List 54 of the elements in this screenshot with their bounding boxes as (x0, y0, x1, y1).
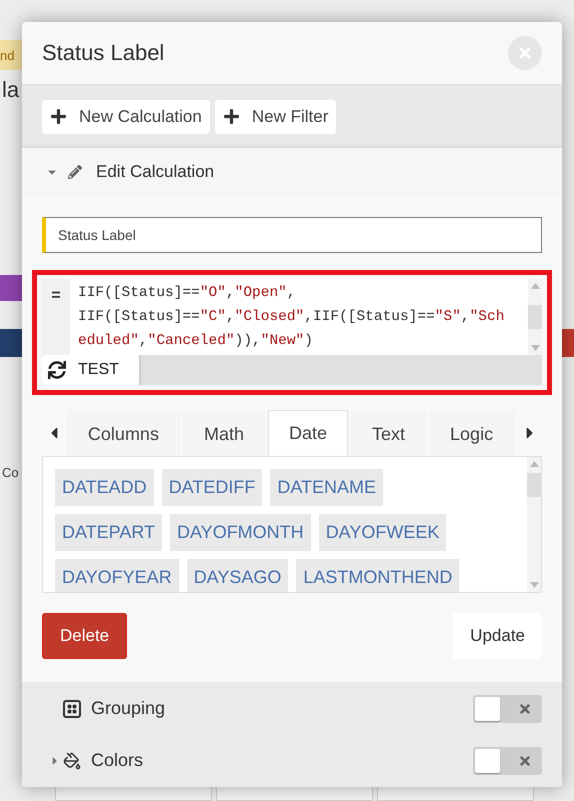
delete-button[interactable]: Delete (42, 613, 128, 659)
close-button[interactable] (508, 36, 542, 70)
function-chip[interactable]: DATENAME (270, 469, 384, 506)
tab[interactable]: Math (182, 411, 265, 456)
plus-icon (222, 108, 240, 125)
function-chip[interactable]: DAYSAGO (186, 559, 288, 592)
x-icon (518, 754, 532, 768)
section-title: Edit Calculation (96, 162, 214, 182)
tab[interactable]: Columns (66, 411, 180, 456)
formula-editor[interactable]: = IIF([Status]=="O","Open", IIF([Status]=="C","Closed",IIF([Status]=="S","Scheduled","Canceled")),"New") (42, 279, 542, 355)
equals-sign: = (42, 279, 70, 355)
header-bar (0, 275, 22, 301)
header-bar (562, 329, 574, 357)
function-chip[interactable]: LASTMONTHEND (296, 559, 460, 592)
update-button[interactable]: Update (453, 613, 542, 659)
scrollbar-thumb[interactable] (527, 473, 541, 497)
toggle-switch[interactable] (473, 746, 542, 774)
text-fragment: Co (1, 464, 20, 480)
option-label: Grouping (91, 698, 166, 719)
close-icon (517, 45, 533, 61)
scroll-down-icon[interactable] (530, 345, 540, 351)
test-button[interactable]: TEST (42, 355, 141, 385)
header-bar (0, 329, 22, 357)
name-field[interactable]: Status Label (42, 217, 542, 253)
scroll-up-icon[interactable] (530, 283, 540, 289)
function-chip[interactable]: DATEPART (55, 514, 162, 551)
sync-icon (48, 361, 66, 379)
scroll-down-icon[interactable] (530, 582, 538, 588)
function-chip[interactable]: DATEADD (55, 469, 154, 506)
toolbar-button[interactable]: New Filter (214, 100, 336, 134)
toolbar-button[interactable]: New Calculation (42, 100, 210, 134)
function-chip[interactable]: DAYOFWEEK (318, 514, 446, 551)
paint-bucket-icon (63, 752, 81, 770)
tab[interactable]: Date (268, 410, 348, 456)
option-label: Colors (91, 750, 144, 771)
scrollbar-thumb[interactable] (528, 305, 542, 329)
banner-strip: nd (0, 40, 22, 70)
dialog-title: Status Label (42, 40, 164, 66)
toggle-switch[interactable] (473, 694, 542, 722)
x-icon (518, 702, 532, 716)
pencil-icon (68, 164, 82, 178)
tab[interactable]: Text (351, 411, 426, 456)
tab[interactable]: Logic (429, 411, 514, 456)
grid-icon (63, 700, 81, 718)
scrollbar[interactable] (527, 457, 541, 592)
plus-icon (50, 108, 67, 125)
function-chip[interactable]: DAYOFYEAR (55, 559, 179, 592)
function-chip[interactable]: DATEDIFF (162, 469, 262, 506)
formula-text: IIF([Status]=="O","Open", IIF([Status]=="C","Closed",IIF([Status]=="S","Scheduled","Canceled")),"New") (77, 284, 506, 351)
scroll-up-icon[interactable] (530, 461, 538, 467)
page-heading-fragment: la (1, 77, 20, 103)
function-chip[interactable]: DAYOFMONTH (170, 514, 311, 551)
scrollbar[interactable] (528, 279, 542, 355)
section-header[interactable]: Edit Calculation (22, 148, 562, 195)
